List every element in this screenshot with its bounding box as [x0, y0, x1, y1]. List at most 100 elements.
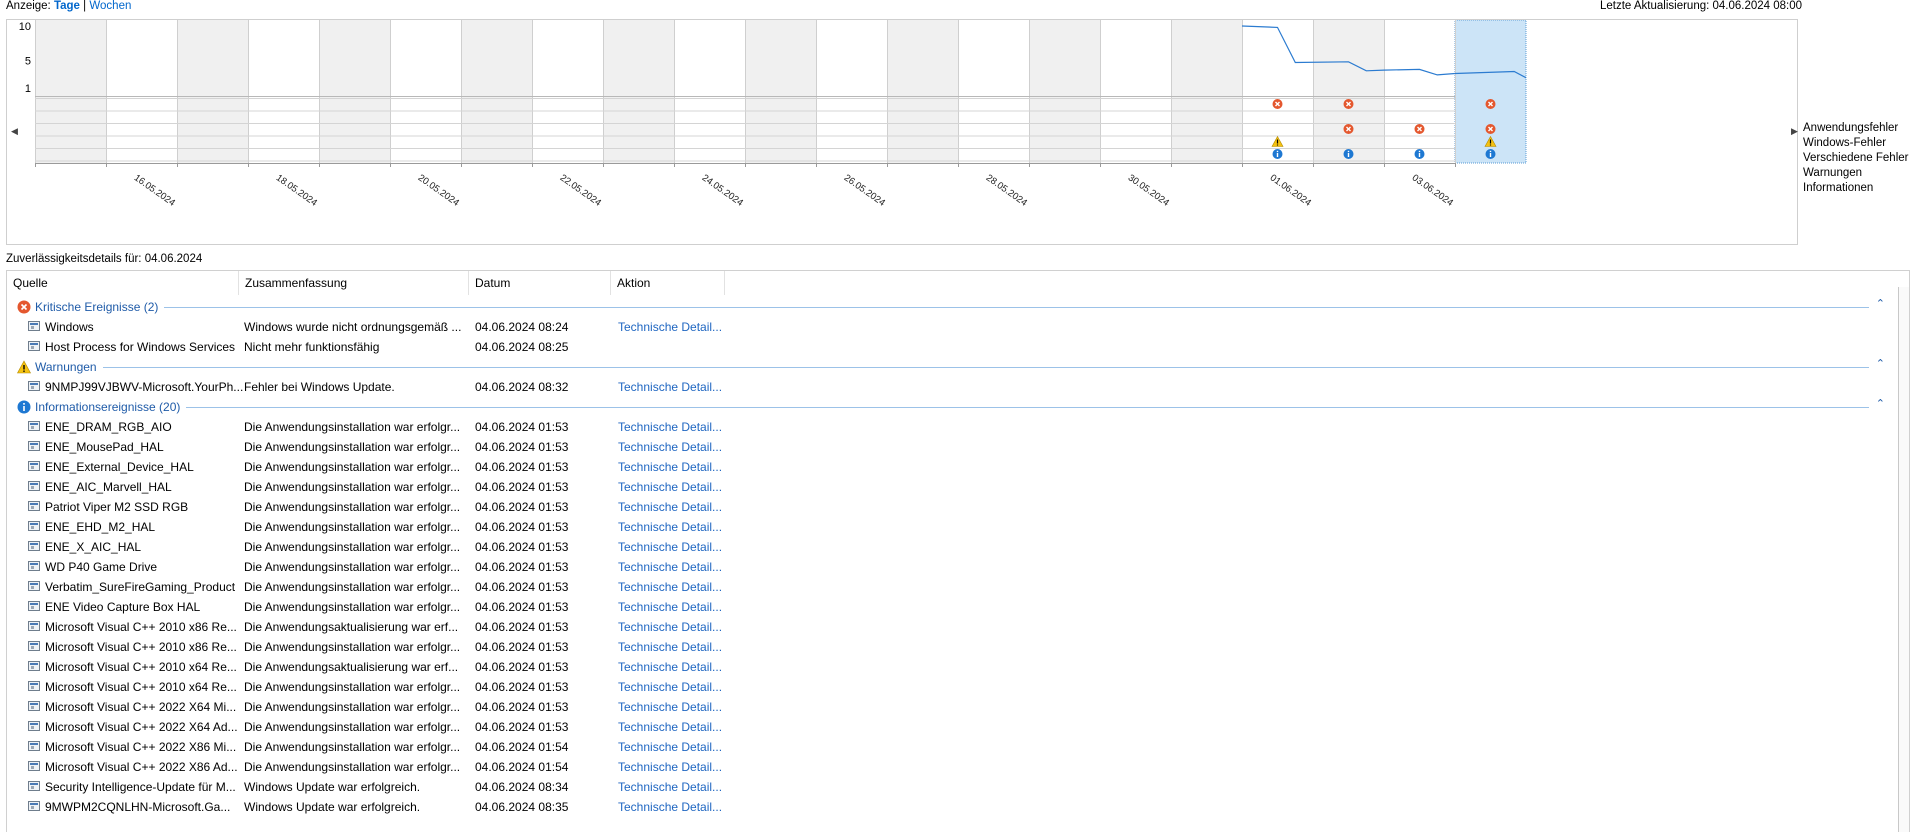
- group-header[interactable]: Warnungen ⌃: [7, 357, 1897, 377]
- technical-details-link[interactable]: Technische Detail...: [618, 640, 728, 654]
- application-icon: [28, 601, 40, 611]
- list-item[interactable]: Microsoft Visual C++ 2010 x64 Re... Die A…: [7, 677, 1897, 697]
- error-event-icon[interactable]: [1272, 99, 1283, 109]
- date-cell: 04.06.2024 01:53: [475, 680, 569, 694]
- list-item[interactable]: Verbatim_SureFireGaming_Product Die Anwen…: [7, 577, 1897, 597]
- summary-cell: Fehler bei Windows Update.: [244, 380, 395, 394]
- technical-details-link[interactable]: Technische Detail...: [618, 760, 728, 774]
- day-column: [532, 20, 603, 163]
- list-item[interactable]: Microsoft Visual C++ 2022 X64 Mi... Die A…: [7, 697, 1897, 717]
- list-item[interactable]: 9MWPM2CQNLHN-Microsoft.Ga... Windows Upda…: [7, 797, 1897, 817]
- list-scrollbar[interactable]: [1898, 287, 1909, 832]
- technical-details-link[interactable]: Technische Detail...: [618, 600, 728, 614]
- list-item[interactable]: Windows Windows wurde nicht ordnungsgemäß…: [7, 317, 1897, 337]
- group-divider: [164, 307, 1869, 308]
- technical-details-link[interactable]: Technische Detail...: [618, 520, 728, 534]
- application-icon: [28, 341, 40, 351]
- summary-cell: Die Anwendungsinstallation war erfolgr..…: [244, 640, 461, 654]
- day-column: [106, 20, 177, 163]
- technical-details-link[interactable]: Technische Detail...: [618, 320, 728, 334]
- list-item[interactable]: ENE_DRAM_RGB_AIO Die Anwendungsinstallati…: [7, 417, 1897, 437]
- source-cell: Microsoft Visual C++ 2010 x64 Re...: [45, 680, 237, 694]
- collapse-chevron-icon[interactable]: ⌃: [1876, 357, 1885, 370]
- list-item[interactable]: ENE_External_Device_HAL Die Anwendungsins…: [7, 457, 1897, 477]
- column-summary[interactable]: Zusammenfassung: [239, 271, 469, 295]
- error-event-icon[interactable]: [1414, 124, 1425, 134]
- collapse-chevron-icon[interactable]: ⌃: [1876, 397, 1885, 410]
- group-divider: [103, 367, 1869, 368]
- info-event-icon[interactable]: [1414, 149, 1425, 159]
- technical-details-link[interactable]: Technische Detail...: [618, 460, 728, 474]
- technical-details-link[interactable]: Technische Detail...: [618, 540, 728, 554]
- column-date[interactable]: Datum: [469, 271, 611, 295]
- warning-icon-dot: [1489, 144, 1492, 146]
- view-weeks-link[interactable]: Wochen: [89, 0, 131, 12]
- list-item[interactable]: Microsoft Visual C++ 2022 X86 Mi... Die A…: [7, 737, 1897, 757]
- technical-details-link[interactable]: Technische Detail...: [618, 420, 728, 434]
- source-cell: 9NMPJ99VJBWV-Microsoft.YourPh...: [45, 380, 244, 394]
- summary-cell: Die Anwendungsinstallation war erfolgr..…: [244, 720, 461, 734]
- info-event-icon[interactable]: [1272, 149, 1283, 159]
- application-icon: [28, 561, 40, 571]
- technical-details-link[interactable]: Technische Detail...: [618, 700, 728, 714]
- reliability-chart[interactable]: 10 5 1 16.05.2024 18.05.2024 20.05.2024 22.05.…: [6, 19, 1798, 245]
- list-item[interactable]: 9NMPJ99VJBWV-Microsoft.YourPh... Fehler b…: [7, 377, 1897, 397]
- error-event-icon[interactable]: [1485, 99, 1496, 109]
- technical-details-link[interactable]: Technische Detail...: [618, 720, 728, 734]
- technical-details-link[interactable]: Technische Detail...: [618, 660, 728, 674]
- list-item[interactable]: Microsoft Visual C++ 2010 x86 Re... Die A…: [7, 617, 1897, 637]
- error-event-icon[interactable]: [1343, 124, 1354, 134]
- list-item[interactable]: Microsoft Visual C++ 2010 x86 Re... Die A…: [7, 637, 1897, 657]
- list-item[interactable]: ENE_EHD_M2_HAL Die Anwendungsinstallation…: [7, 517, 1897, 537]
- list-item[interactable]: ENE_X_AIC_HAL Die Anwendungsinstallation …: [7, 537, 1897, 557]
- legend-application-failures: Anwendungsfehler: [1803, 122, 1899, 134]
- column-source[interactable]: Quelle: [7, 271, 239, 295]
- group-header[interactable]: Kritische Ereignisse (2) ⌃: [7, 297, 1897, 317]
- chart-scroll-right-arrow[interactable]: ▶: [1791, 126, 1798, 137]
- technical-details-link[interactable]: Technische Detail...: [618, 620, 728, 634]
- date-cell: 04.06.2024 01:53: [475, 480, 569, 494]
- technical-details-link[interactable]: Technische Detail...: [618, 380, 728, 394]
- info-event-icon[interactable]: [1343, 149, 1354, 159]
- technical-details-link[interactable]: Technische Detail...: [618, 480, 728, 494]
- view-selector: Anzeige: Tage | Wochen: [6, 0, 131, 12]
- technical-details-link[interactable]: Technische Detail...: [618, 780, 728, 794]
- info-event-icon[interactable]: [1485, 149, 1496, 159]
- list-item[interactable]: Host Process for Windows Services Nicht m…: [7, 337, 1897, 357]
- list-item[interactable]: WD P40 Game Drive Die Anwendungsinstallat…: [7, 557, 1897, 577]
- summary-cell: Windows Update war erfolgreich.: [244, 800, 421, 814]
- summary-cell: Windows Update war erfolgreich.: [244, 780, 421, 794]
- summary-cell: Die Anwendungsaktualisierung war erf...: [244, 660, 459, 674]
- list-item[interactable]: Security Intelligence-Update für M... Win…: [7, 777, 1897, 797]
- error-event-icon[interactable]: [1485, 124, 1496, 134]
- technical-details-link[interactable]: Technische Detail...: [618, 800, 728, 814]
- day-column: [603, 20, 674, 163]
- technical-details-link[interactable]: Technische Detail...: [618, 440, 728, 454]
- list-item[interactable]: Microsoft Visual C++ 2022 X64 Ad... Die A…: [7, 717, 1897, 737]
- list-item[interactable]: Patriot Viper M2 SSD RGB Die Anwendungsin…: [7, 497, 1897, 517]
- list-item[interactable]: Microsoft Visual C++ 2010 x64 Re... Die A…: [7, 657, 1897, 677]
- technical-details-link[interactable]: Technische Detail...: [618, 560, 728, 574]
- list-item[interactable]: Microsoft Visual C++ 2022 X86 Ad... Die A…: [7, 757, 1897, 777]
- date-label: 26.05.2024: [842, 172, 887, 208]
- view-days-link[interactable]: Tage: [54, 0, 80, 12]
- date-cell: 04.06.2024 01:53: [475, 420, 569, 434]
- error-event-icon[interactable]: [1343, 99, 1354, 109]
- technical-details-link[interactable]: Technische Detail...: [618, 500, 728, 514]
- day-column: [248, 20, 319, 163]
- info-icon: [17, 400, 31, 414]
- list-item[interactable]: ENE_MousePad_HAL Die Anwendungsinstallati…: [7, 437, 1897, 457]
- collapse-chevron-icon[interactable]: ⌃: [1876, 297, 1885, 310]
- summary-cell: Die Anwendungsinstallation war erfolgr..…: [244, 740, 461, 754]
- group-header[interactable]: Informationsereignisse (20) ⌃: [7, 397, 1897, 417]
- column-action[interactable]: Aktion: [611, 271, 725, 295]
- technical-details-link[interactable]: Technische Detail...: [618, 740, 728, 754]
- application-icon: [28, 761, 40, 771]
- list-item[interactable]: ENE Video Capture Box HAL Die Anwendungsi…: [7, 597, 1897, 617]
- list-item[interactable]: ENE_AIC_Marvell_HAL Die Anwendungsinstall…: [7, 477, 1897, 497]
- chart-scroll-left-arrow[interactable]: ◀: [11, 126, 18, 137]
- technical-details-link[interactable]: Technische Detail...: [618, 580, 728, 594]
- technical-details-link[interactable]: Technische Detail...: [618, 680, 728, 694]
- view-label: Anzeige:: [6, 0, 51, 12]
- details-title: Zuverlässigkeitsdetails für: 04.06.2024: [6, 253, 203, 265]
